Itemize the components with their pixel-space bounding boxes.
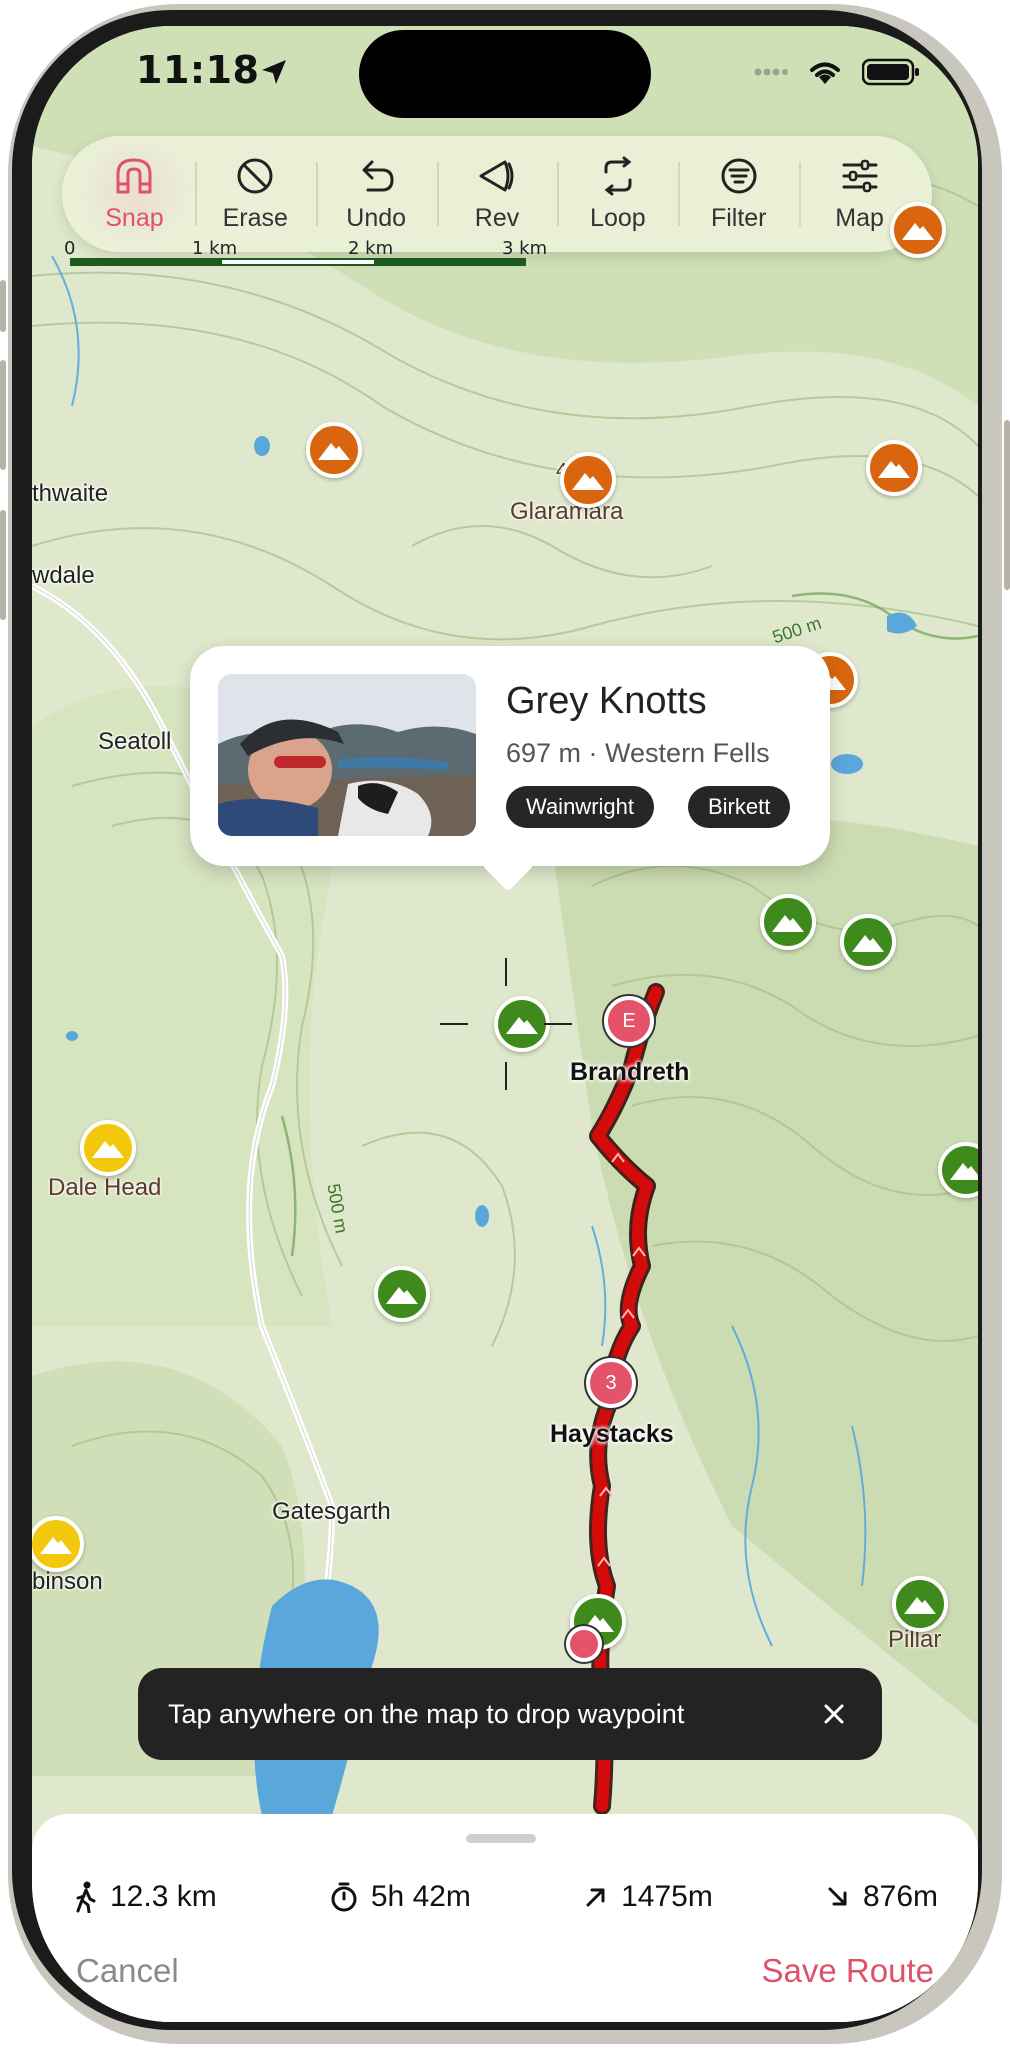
place-label-gatesgarth: Gatesgarth bbox=[272, 1498, 391, 1525]
volume-down-button bbox=[0, 510, 6, 620]
loop-button[interactable]: Loop bbox=[557, 136, 678, 252]
mountain-icon bbox=[772, 915, 804, 932]
arrow-down-right-icon bbox=[828, 1887, 847, 1906]
peak-marker[interactable] bbox=[892, 1576, 948, 1632]
cancel-button[interactable]: Cancel bbox=[76, 1952, 179, 1990]
location-arrow-icon bbox=[262, 60, 286, 84]
peak-marker[interactable] bbox=[80, 1120, 136, 1176]
sheet-handle[interactable] bbox=[466, 1834, 536, 1843]
mountain-icon bbox=[852, 935, 884, 952]
place-label-seatoller: Seatoll bbox=[98, 728, 172, 755]
stopwatch-icon bbox=[331, 1882, 357, 1912]
descent-value: 876m bbox=[862, 1880, 938, 1913]
map-label: Map bbox=[835, 203, 884, 232]
sliders-icon bbox=[842, 159, 878, 192]
route-stats-sheet: 12.3 km 5h 42m 1475m 876m Cancel Save Ro… bbox=[32, 1814, 978, 2022]
status-time: 11:18 bbox=[136, 48, 260, 92]
scale-label-0: 0 bbox=[64, 238, 76, 259]
tag-birkett: Birkett bbox=[688, 786, 791, 828]
snap-label: Snap bbox=[105, 203, 164, 232]
peak-marker[interactable] bbox=[560, 452, 616, 508]
reverse-label: Rev bbox=[474, 203, 520, 232]
peak-label-dale-head: Dale Head bbox=[48, 1174, 162, 1201]
erase-icon bbox=[237, 158, 273, 193]
route-label-haystacks: Haystacks bbox=[550, 1420, 674, 1448]
mountain-icon bbox=[386, 1287, 418, 1304]
save-route-button[interactable]: Save Route bbox=[762, 1952, 934, 1990]
loop-icon bbox=[604, 156, 632, 195]
place-label-robinson: binson bbox=[32, 1568, 103, 1595]
action-button bbox=[0, 280, 6, 332]
place-label-wdale: wdale bbox=[32, 562, 95, 589]
peak-marker[interactable] bbox=[890, 202, 946, 258]
waypoint-start[interactable] bbox=[566, 1626, 602, 1662]
mountain-icon bbox=[950, 1163, 978, 1180]
mountain-icon bbox=[572, 473, 604, 490]
arrow-up-right-icon bbox=[586, 1888, 605, 1907]
duration-value: 5h 42m bbox=[370, 1880, 471, 1913]
peak-marker[interactable] bbox=[374, 1266, 430, 1322]
filter-label: Filter bbox=[710, 203, 767, 232]
peak-photo bbox=[218, 674, 476, 836]
toast-message: Tap anywhere on the map to drop waypoint bbox=[168, 1698, 685, 1729]
peak-marker[interactable] bbox=[866, 440, 922, 496]
toast: Tap anywhere on the map to drop waypoint bbox=[138, 1668, 882, 1760]
descent-stat: 876m bbox=[825, 1880, 938, 1914]
peak-marker[interactable] bbox=[306, 422, 362, 478]
filter-button[interactable]: Filter bbox=[678, 136, 799, 252]
mountain-icon bbox=[40, 1537, 72, 1554]
power-button bbox=[1004, 420, 1010, 590]
mountain-icon bbox=[904, 1597, 936, 1614]
volume-up-button bbox=[0, 360, 6, 470]
mountain-icon bbox=[902, 223, 934, 240]
loop-label: Loop bbox=[590, 203, 646, 232]
peak-marker[interactable] bbox=[840, 914, 896, 970]
undo-button[interactable]: Undo bbox=[315, 136, 437, 252]
peak-title: Grey Knotts bbox=[506, 680, 707, 722]
filter-icon bbox=[721, 158, 757, 193]
mountain-icon bbox=[92, 1141, 124, 1158]
reverse-button[interactable]: Rev bbox=[436, 136, 558, 252]
status-icons bbox=[754, 58, 920, 86]
peak-subtitle: 697 m · Western Fells bbox=[506, 738, 770, 768]
crosshair-icon bbox=[440, 958, 572, 1090]
waypoint-3[interactable]: 3 bbox=[586, 1358, 636, 1408]
peak-label-glaramara: Glaramara bbox=[510, 498, 624, 525]
undo-icon bbox=[362, 160, 394, 191]
waypoint-end[interactable]: E bbox=[604, 996, 654, 1046]
signal-icon bbox=[754, 68, 788, 76]
mountain-icon bbox=[878, 461, 910, 478]
place-label-thwaite: thwaite bbox=[32, 480, 109, 507]
route-toolbar: Snap Erase Undo Rev Loop Filter Map bbox=[62, 136, 932, 252]
route-stats: 12.3 km 5h 42m 1475m 876m bbox=[72, 1880, 938, 1914]
route-label-brandreth: Brandreth bbox=[570, 1058, 690, 1086]
battery-icon bbox=[862, 58, 919, 86]
magnet-icon bbox=[116, 158, 152, 193]
ascent-stat: 1475m bbox=[583, 1880, 713, 1914]
close-toast-button[interactable] bbox=[814, 1694, 854, 1734]
distance-value: 12.3 km bbox=[110, 1880, 217, 1913]
snap-button[interactable]: Snap bbox=[74, 136, 195, 252]
erase-button[interactable]: Erase bbox=[194, 136, 316, 252]
peak-callout[interactable]: Grey Knotts 697 m · Western Fells Wainwr… bbox=[190, 646, 830, 866]
scale-label-2: 2 km bbox=[348, 238, 394, 259]
undo-label: Undo bbox=[346, 203, 407, 232]
scale-label-1: 1 km bbox=[192, 238, 238, 259]
distance-stat: 12.3 km bbox=[72, 1880, 217, 1914]
mountain-icon bbox=[318, 443, 350, 460]
scale-label-3: 3 km bbox=[502, 238, 548, 259]
duration-stat: 5h 42m bbox=[329, 1880, 471, 1914]
screen: 11:18 Snap Erase Undo Rev Loop Filter Ma… bbox=[32, 26, 978, 2022]
close-icon bbox=[824, 1704, 844, 1724]
tag-wainwright: Wainwright bbox=[506, 786, 654, 828]
hiker-photo bbox=[218, 674, 476, 836]
wifi-icon bbox=[810, 62, 840, 84]
ascent-value: 1475m bbox=[621, 1880, 713, 1913]
erase-label: Erase bbox=[222, 203, 288, 232]
scale-bar bbox=[70, 258, 526, 266]
reverse-icon bbox=[479, 160, 514, 191]
walking-icon bbox=[76, 1881, 96, 1913]
peak-marker[interactable] bbox=[760, 894, 816, 950]
dynamic-island bbox=[359, 30, 651, 118]
